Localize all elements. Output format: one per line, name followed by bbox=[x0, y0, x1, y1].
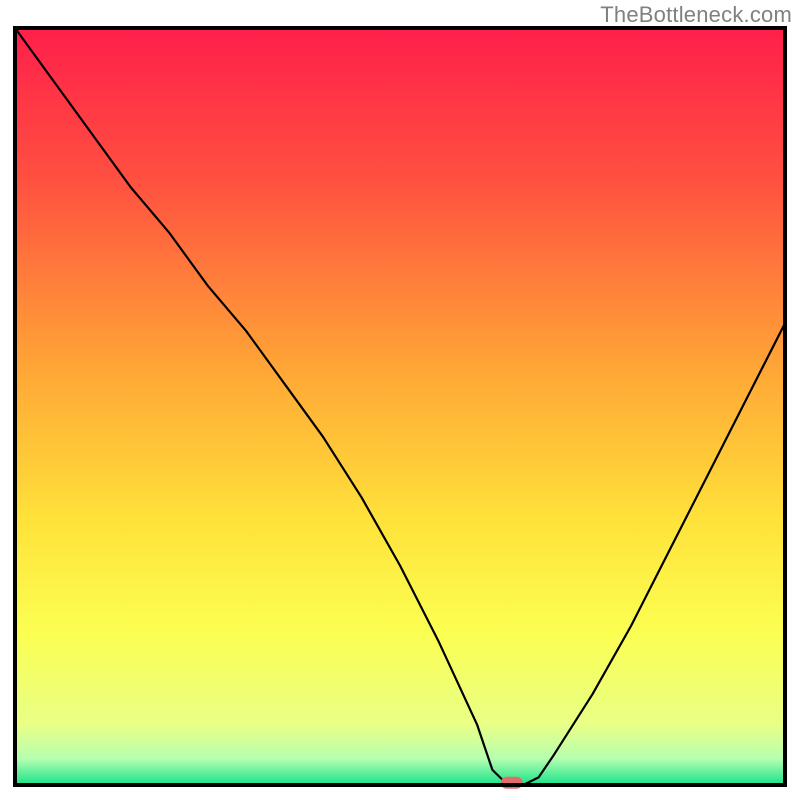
watermark-text: TheBottleneck.com bbox=[600, 2, 792, 28]
bottleneck-chart bbox=[0, 0, 800, 800]
chart-frame: TheBottleneck.com bbox=[0, 0, 800, 800]
